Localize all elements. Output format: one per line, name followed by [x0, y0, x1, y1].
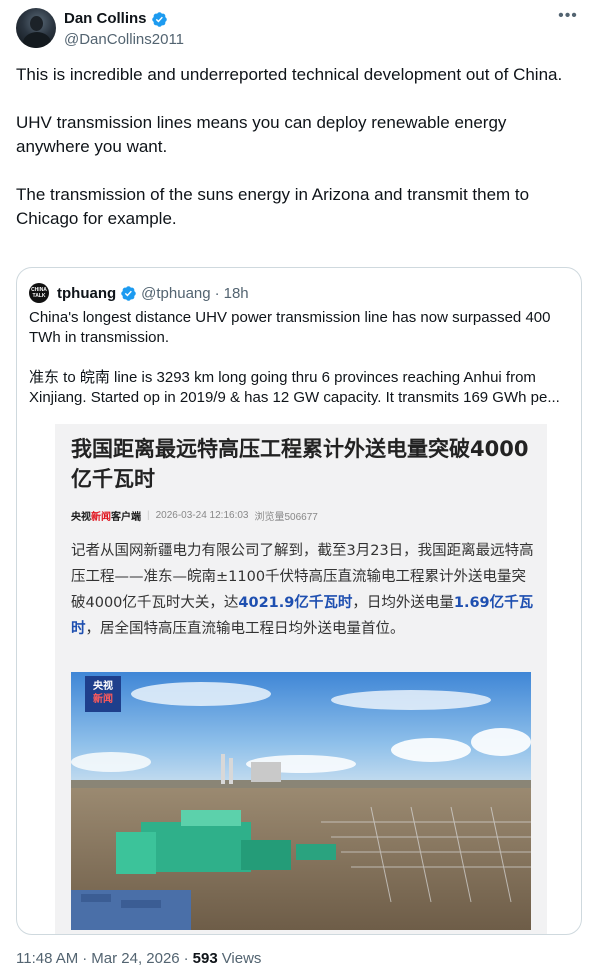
- footer-separator: ·: [82, 950, 88, 967]
- verified-badge-icon: [151, 11, 167, 27]
- author-avatar[interactable]: [16, 8, 56, 48]
- quote-avatar: CHINA TALK: [29, 283, 49, 303]
- author-names: Dan Collins @DanCollins2011: [64, 9, 184, 50]
- footer-separator: ·: [183, 950, 189, 967]
- news-source: 央视新闻客户端: [71, 512, 141, 523]
- author-handle[interactable]: @DanCollins2011: [64, 30, 184, 50]
- news-date: 2026-03-24 12:16:03: [155, 510, 249, 521]
- cctv-news-logo: 央视 新闻: [85, 676, 121, 712]
- quote-text: China's longest distance UHV power trans…: [29, 308, 573, 408]
- views-label: Views: [221, 950, 262, 967]
- tweet-text: This is incredible and underreported tec…: [16, 63, 576, 231]
- quote-header: CHINA TALK tphuang @tphuang · 18h: [29, 282, 249, 304]
- quote-line: China's longest distance UHV power trans…: [29, 309, 551, 346]
- quote-line: 准东 to 皖南 line is 3293 km long going thru…: [29, 369, 560, 406]
- tweet-header: Dan Collins @DanCollins2011 •••: [16, 8, 584, 52]
- tweet-paragraph: UHV transmission lines means you can dep…: [16, 113, 507, 156]
- quoted-tweet[interactable]: CHINA TALK tphuang @tphuang · 18h China'…: [16, 267, 582, 935]
- quote-display-name: tphuang: [57, 284, 117, 302]
- tweet-footer: 11:48 AM · Mar 24, 2026 · 593 Views: [16, 950, 261, 967]
- tweet-paragraph: The transmission of the suns energy in A…: [16, 185, 530, 228]
- verified-badge-icon: [121, 285, 136, 301]
- news-views: 浏览量506677: [254, 512, 318, 523]
- news-title: 我国距离最远特高压工程累计外送电量突破4000亿千瓦时: [71, 437, 529, 491]
- author-display-name[interactable]: Dan Collins: [64, 9, 168, 29]
- more-horizontal-icon[interactable]: •••: [556, 8, 580, 32]
- tweet-paragraph: This is incredible and underreported tec…: [16, 65, 563, 84]
- post-date[interactable]: Mar 24, 2026: [91, 950, 179, 967]
- post-time[interactable]: 11:48 AM: [16, 950, 78, 967]
- news-highlight: 4021.9亿千瓦时: [238, 595, 353, 611]
- quote-separator: ·: [214, 284, 220, 302]
- views-count: 593: [192, 950, 218, 967]
- news-photo: 央视 新闻: [71, 672, 531, 930]
- news-meta: 央视新闻客户端 | 2026-03-24 12:16:03 浏览量506677: [71, 510, 318, 523]
- news-body: 记者从国网新疆电力有限公司了解到，截至3月23日，我国距离最远特高压工程——准东…: [71, 543, 534, 637]
- news-screenshot: 我国距离最远特高压工程累计外送电量突破4000亿千瓦时 央视新闻客户端 | 20…: [55, 424, 547, 934]
- quote-handle: @tphuang: [141, 284, 211, 302]
- quote-time: 18h: [223, 284, 249, 302]
